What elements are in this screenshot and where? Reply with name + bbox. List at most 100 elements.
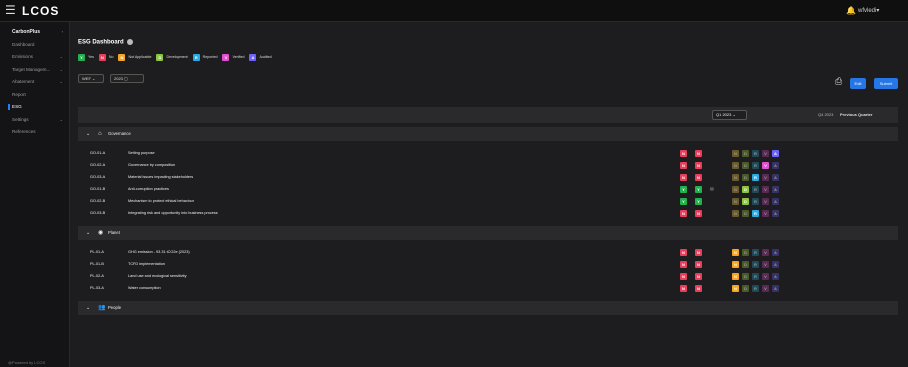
menu-icon[interactable]: ☰	[5, 4, 16, 17]
sidebar-item-emissions[interactable]: Emissions ⌄	[0, 51, 69, 64]
progress-badge[interactable]: D	[742, 210, 749, 217]
indicator-name[interactable]: Anti-corruption practices	[128, 187, 169, 191]
progress-badge[interactable]: R	[752, 273, 759, 280]
progress-badge[interactable]: N	[732, 249, 739, 256]
sidebar-item-target-managem[interactable]: Target Managem... ⌄	[0, 64, 69, 77]
indicator-name[interactable]: Setting purpose	[128, 151, 155, 155]
submit-button[interactable]: Submit	[874, 78, 898, 89]
priority-badge[interactable]: N	[695, 261, 702, 268]
progress-badge[interactable]: N	[732, 210, 739, 217]
section-governance[interactable]: ⌄ ⌂ Governance	[78, 127, 898, 141]
progress-badge[interactable]: V	[762, 210, 769, 217]
indicator-name[interactable]: Integrating risk and opportunity into bu…	[128, 211, 218, 215]
indicator-name[interactable]: TCFD implementation	[128, 262, 165, 266]
priority-badge[interactable]: N	[695, 210, 702, 217]
material-badge[interactable]: N	[680, 174, 687, 181]
progress-badge[interactable]: N	[732, 285, 739, 292]
progress-badge[interactable]: A	[772, 261, 779, 268]
material-badge[interactable]: N	[680, 249, 687, 256]
progress-badge[interactable]: A	[772, 150, 779, 157]
progress-badge[interactable]: R	[752, 285, 759, 292]
chevron-down-icon[interactable]: ⌄	[86, 226, 90, 240]
progress-badge[interactable]: A	[772, 210, 779, 217]
progress-badge[interactable]: A	[772, 273, 779, 280]
progress-badge[interactable]: A	[772, 186, 779, 193]
priority-badge[interactable]: N	[695, 162, 702, 169]
progress-badge[interactable]: N	[732, 198, 739, 205]
progress-badge[interactable]: A	[772, 174, 779, 181]
priority-badge[interactable]: N	[695, 150, 702, 157]
priority-badge[interactable]: Y	[695, 186, 702, 193]
print-icon[interactable]: ⎙	[835, 77, 842, 86]
progress-badge[interactable]: D	[742, 285, 749, 292]
sidebar-item-settings[interactable]: Settings ⌄	[0, 114, 69, 127]
indicator-name[interactable]: GHG emission - 93.31 tCO2e (2023)	[128, 250, 190, 254]
sidebar-item-report[interactable]: Report	[0, 89, 69, 102]
material-badge[interactable]: N	[680, 150, 687, 157]
progress-badge[interactable]: D	[742, 273, 749, 280]
indicator-name[interactable]: Mechanism to protect ethical behaviour	[128, 199, 194, 203]
progress-badge[interactable]: R	[752, 261, 759, 268]
sidebar-item-carbonplus[interactable]: CarbonPlus ›	[0, 26, 69, 39]
progress-badge[interactable]: N	[732, 273, 739, 280]
progress-badge[interactable]: R	[752, 150, 759, 157]
material-badge[interactable]: N	[680, 273, 687, 280]
progress-badge[interactable]: D	[742, 174, 749, 181]
progress-badge[interactable]: D	[742, 162, 749, 169]
bell-icon[interactable]: 🔔	[846, 6, 856, 15]
sidebar-item-references[interactable]: References	[0, 126, 69, 139]
material-badge[interactable]: N	[680, 162, 687, 169]
info-icon[interactable]	[126, 39, 133, 45]
sidebar-item-esg[interactable]: ESG	[0, 101, 69, 114]
progress-badge[interactable]: D	[742, 249, 749, 256]
entity-select[interactable]: WEF ⌄	[78, 74, 104, 83]
progress-badge[interactable]: V	[762, 249, 769, 256]
material-badge[interactable]: N	[680, 210, 687, 217]
progress-badge[interactable]: N	[732, 174, 739, 181]
progress-badge[interactable]: V	[762, 285, 769, 292]
priority-badge[interactable]: N	[695, 273, 702, 280]
progress-badge[interactable]: N	[732, 150, 739, 157]
progress-badge[interactable]: V	[762, 198, 769, 205]
progress-badge[interactable]: D	[742, 198, 749, 205]
indicator-name[interactable]: Land use and ecological sensitivity	[128, 274, 186, 278]
progress-badge[interactable]: A	[772, 198, 779, 205]
progress-badge[interactable]: V	[762, 150, 769, 157]
progress-badge[interactable]: V	[762, 261, 769, 268]
progress-badge[interactable]: A	[772, 162, 779, 169]
progress-badge[interactable]: V	[762, 174, 769, 181]
progress-badge[interactable]: R	[752, 186, 759, 193]
progress-badge[interactable]: N	[732, 186, 739, 193]
material-badge[interactable]: Y	[680, 186, 687, 193]
edit-button[interactable]: Edit	[850, 78, 866, 89]
material-badge[interactable]: N	[680, 285, 687, 292]
progress-badge[interactable]: R	[752, 210, 759, 217]
disclosure-icon[interactable]: ▤	[710, 186, 714, 191]
progress-badge[interactable]: R	[752, 249, 759, 256]
progress-badge[interactable]: R	[752, 174, 759, 181]
progress-badge[interactable]: R	[752, 198, 759, 205]
indicator-name[interactable]: Material issues impacting stakeholders	[128, 175, 193, 179]
priority-badge[interactable]: Y	[695, 198, 702, 205]
chevron-down-icon[interactable]: ⌄	[86, 127, 90, 141]
progress-badge[interactable]: D	[742, 261, 749, 268]
indicator-name[interactable]: Water consumption	[128, 286, 161, 290]
priority-badge[interactable]: N	[695, 174, 702, 181]
section-planet[interactable]: ⌄ ◉ Planet	[78, 226, 898, 240]
progress-badge[interactable]: D	[742, 186, 749, 193]
priority-badge[interactable]: N	[695, 249, 702, 256]
progress-badge[interactable]: V	[762, 186, 769, 193]
indicator-name[interactable]: Governance by composition	[128, 163, 175, 167]
sidebar-item-abatement[interactable]: Abatement ⌄	[0, 76, 69, 89]
progress-badge[interactable]: A	[772, 285, 779, 292]
sidebar-item-dashboard[interactable]: Dashboard	[0, 39, 69, 52]
progress-badge[interactable]: R	[752, 162, 759, 169]
progress-badge[interactable]: A	[772, 249, 779, 256]
user-menu[interactable]: wfvledi▾	[858, 7, 879, 14]
progress-badge[interactable]: V	[762, 162, 769, 169]
quarter-select[interactable]: Q1 2023 ⌄	[712, 110, 747, 120]
material-badge[interactable]: N	[680, 261, 687, 268]
progress-badge[interactable]: V	[762, 273, 769, 280]
progress-badge[interactable]: D	[742, 150, 749, 157]
progress-badge[interactable]: N	[732, 162, 739, 169]
